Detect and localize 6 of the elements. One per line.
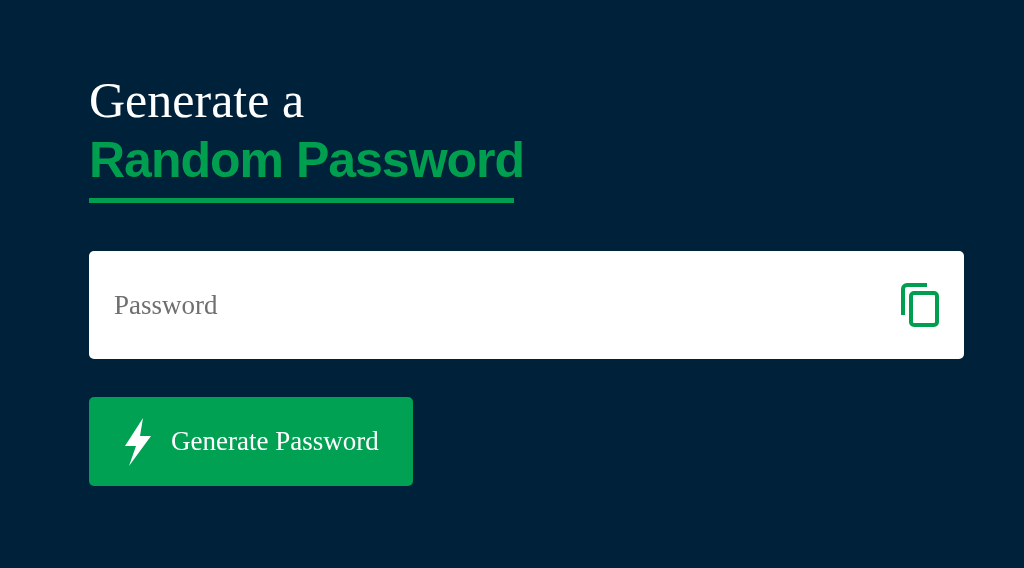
password-field[interactable]: Password xyxy=(89,251,964,359)
heading-line: Generate a xyxy=(89,71,305,130)
lightning-icon xyxy=(123,417,153,466)
copy-icon[interactable] xyxy=(900,283,940,327)
generate-button[interactable]: Generate Password xyxy=(89,397,413,486)
heading-highlight: Random Password xyxy=(89,131,525,190)
